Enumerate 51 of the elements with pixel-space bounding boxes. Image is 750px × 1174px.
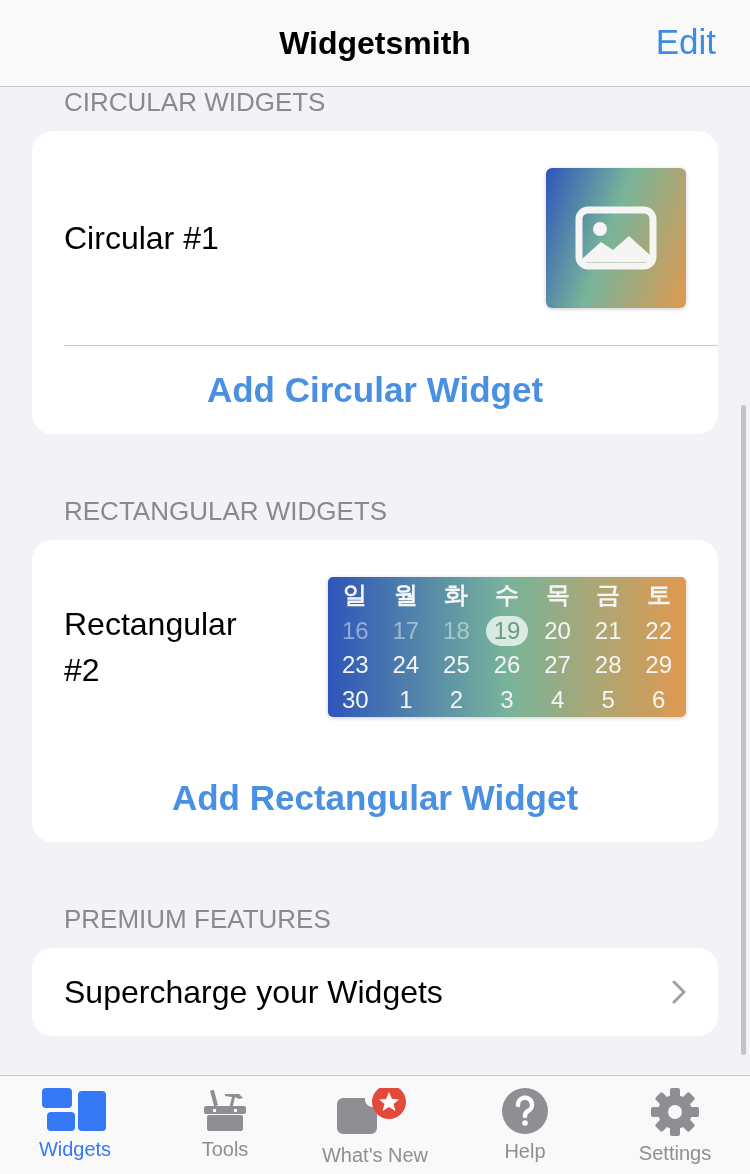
toolbox-icon	[203, 1088, 247, 1132]
tab-bar-item[interactable]: Tools	[150, 1076, 300, 1174]
calendar-date: 29	[645, 650, 673, 681]
add-widget-button[interactable]: Add Rectangular Widget	[32, 754, 718, 842]
widget-preview[interactable]	[546, 168, 686, 308]
calendar-date: 17	[392, 615, 420, 646]
weekday-label: 수	[495, 580, 519, 612]
section-header: CIRCULAR WIDGETS	[63, 87, 327, 117]
calendar-date: 27	[544, 650, 571, 681]
premium-link[interactable]: Supercharge your Widgets	[32, 948, 718, 1036]
screen-title: Widgetsmith	[279, 24, 471, 62]
calendar-date: 25	[443, 650, 470, 681]
calendar-date: 20	[544, 615, 571, 646]
section-header: PREMIUM FEATURES	[63, 904, 332, 934]
calendar-date: 2	[449, 684, 464, 715]
weekday-label: 화	[444, 580, 469, 612]
calendar-date: 6	[652, 684, 666, 715]
calendar-date: 1	[399, 684, 413, 715]
calendar-date: 28	[594, 650, 622, 681]
edit-button[interactable]: Edit	[655, 22, 716, 62]
tab-bar-item[interactable]: What's New	[300, 1076, 450, 1174]
tab-bar-item[interactable]: Settings	[600, 1076, 750, 1174]
calendar-date: 5	[601, 684, 615, 715]
weekday-label: 금	[596, 580, 621, 612]
calendar-date: 18	[443, 615, 470, 646]
calendar-date: 23	[341, 650, 369, 681]
tab-bar-item[interactable]: Widgets	[0, 1076, 150, 1174]
calendar-date: 24	[392, 650, 420, 681]
widgets-icon	[42, 1088, 108, 1132]
calendar-date: 3	[500, 684, 514, 715]
widget-name: Circular #1	[64, 219, 220, 258]
help-icon	[502, 1088, 548, 1134]
add-widget-button[interactable]: Add Circular Widget	[32, 346, 718, 434]
calendar-date: 22	[645, 615, 673, 646]
tab-bar-item[interactable]: Help	[450, 1076, 600, 1174]
weekday-label: 일	[343, 580, 368, 612]
weekday-label: 월	[393, 580, 418, 612]
weekday-label: 토	[646, 580, 671, 612]
weekday-label: 목	[545, 580, 570, 612]
chevron-right-icon	[672, 980, 686, 1004]
section-header: RECTANGULAR WIDGETS	[63, 496, 389, 526]
image-icon	[575, 206, 657, 270]
calendar-preview[interactable]: 일 월 화 수 목 금 토 16 17 18 19 20 21 22 23 24 25 26 27 28 29 30 1 2 3 4 5 6	[328, 577, 686, 717]
calendar-date: 4	[550, 684, 565, 715]
calendar-date: 21	[594, 615, 622, 646]
today-date: 19	[485, 615, 529, 646]
calendar-date: 30	[341, 684, 369, 715]
calendar-date: 16	[341, 615, 369, 646]
settings-icon	[651, 1088, 699, 1136]
calendar-date: 26	[493, 650, 521, 681]
widget-name: Rectangular #2	[64, 605, 238, 690]
